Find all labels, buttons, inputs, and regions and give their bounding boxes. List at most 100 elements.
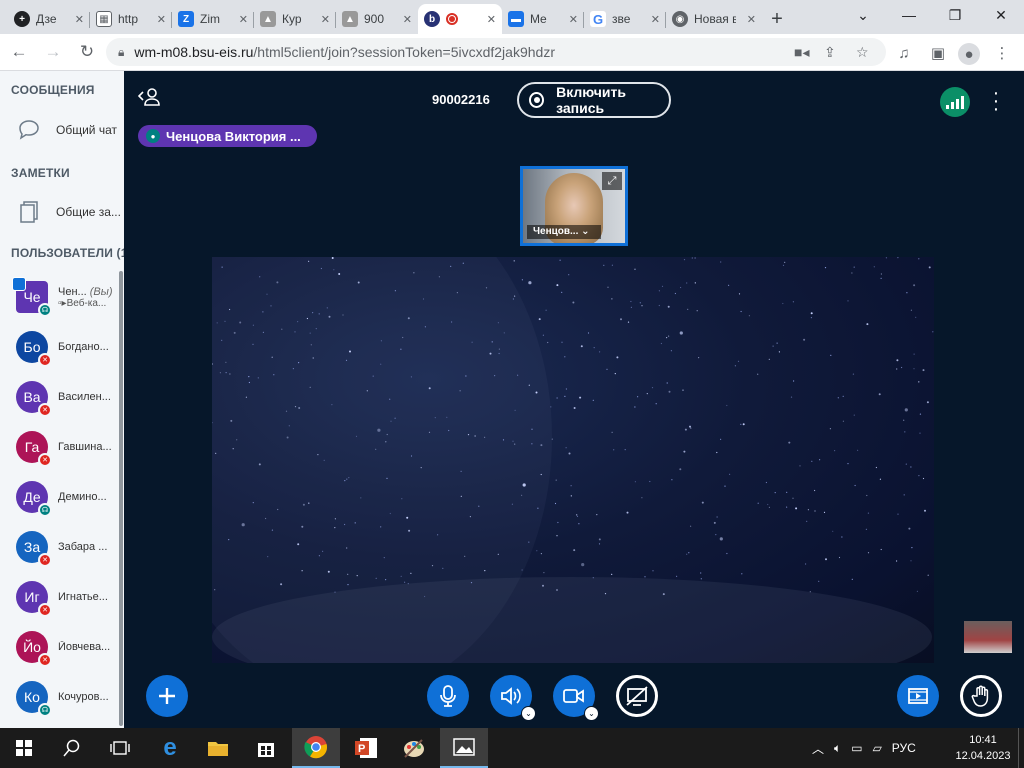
powerpoint-app[interactable]: P bbox=[342, 728, 390, 768]
more-options-icon[interactable]: · · · bbox=[990, 83, 1002, 119]
microphone-button[interactable] bbox=[427, 675, 469, 717]
browser-tab-4[interactable]: ▲ 900 ✕ bbox=[336, 4, 418, 34]
star bbox=[614, 373, 616, 375]
user-list-item[interactable]: Га ✕ Гавшина... bbox=[0, 423, 118, 471]
fullscreen-icon[interactable]: ⤢ bbox=[602, 172, 622, 190]
file-explorer-app[interactable] bbox=[194, 728, 242, 768]
star bbox=[333, 269, 335, 271]
photos-app[interactable] bbox=[440, 728, 488, 768]
audio-button[interactable]: ⌄ bbox=[490, 675, 536, 721]
start-button[interactable] bbox=[0, 728, 48, 768]
close-icon[interactable]: ✕ bbox=[651, 13, 660, 26]
side-panel-icon[interactable]: ▣ bbox=[926, 43, 950, 63]
raise-hand-button[interactable] bbox=[960, 675, 1002, 717]
restore-button[interactable]: ❐ bbox=[932, 0, 978, 30]
user-list-item[interactable]: Ва ✕ Василен... bbox=[0, 373, 118, 421]
star bbox=[904, 431, 906, 433]
star bbox=[556, 284, 559, 287]
connection-status-button[interactable] bbox=[940, 87, 970, 117]
star bbox=[315, 328, 317, 330]
star bbox=[624, 449, 626, 451]
star bbox=[514, 295, 516, 297]
notification-icon[interactable]: ▱ bbox=[873, 741, 882, 755]
minimized-webcam-thumbnail[interactable] bbox=[964, 621, 1012, 653]
browser-tab-7[interactable]: G зве ✕ bbox=[584, 4, 666, 34]
actions-plus-button[interactable] bbox=[146, 675, 188, 717]
close-icon[interactable]: ✕ bbox=[747, 13, 756, 26]
camera-indicator-icon[interactable]: ■◂ bbox=[794, 44, 809, 61]
browser-tab-8[interactable]: ◉ Новая в ✕ bbox=[666, 4, 762, 34]
talking-indicator[interactable]: ● Ченцова Виктория ... bbox=[138, 125, 317, 147]
edge-app[interactable]: e bbox=[146, 728, 194, 768]
chrome-app[interactable] bbox=[292, 728, 340, 768]
user-list-item[interactable]: Иг ✕ Игнатье... bbox=[0, 573, 118, 621]
layout-button[interactable] bbox=[897, 675, 939, 717]
browser-tab-active[interactable]: b ✕ bbox=[418, 4, 502, 34]
language-indicator[interactable]: РУС bbox=[892, 741, 916, 755]
browser-tab-1[interactable]: ▦ http ✕ bbox=[90, 4, 172, 34]
browser-menu-icon[interactable]: ⋮ bbox=[990, 43, 1014, 63]
start-recording-button[interactable]: Включить запись bbox=[517, 82, 671, 118]
star bbox=[683, 450, 686, 453]
volume-icon[interactable]: 🔈︎ bbox=[834, 741, 841, 756]
star bbox=[556, 397, 558, 399]
search-button[interactable] bbox=[48, 728, 96, 768]
browser-tab-3[interactable]: ▲ Кур ✕ bbox=[254, 4, 336, 34]
sidebar-scrollbar[interactable] bbox=[119, 271, 123, 726]
chevron-down-icon[interactable]: ⌄ bbox=[521, 706, 536, 721]
webcam-video-tile[interactable]: ⤢ Ченцов... ⌄ bbox=[520, 166, 628, 246]
bookmark-star-icon[interactable]: ☆ bbox=[856, 44, 869, 61]
star bbox=[277, 508, 279, 511]
new-tab-button[interactable]: + bbox=[762, 4, 792, 34]
back-arrow-icon[interactable]: ← bbox=[4, 37, 34, 67]
network-icon[interactable]: ▭ bbox=[851, 741, 862, 755]
close-icon[interactable]: ✕ bbox=[75, 13, 84, 26]
task-view-button[interactable] bbox=[96, 728, 144, 768]
close-icon[interactable]: ✕ bbox=[157, 13, 166, 26]
tab-search-button[interactable]: ⌄ bbox=[840, 0, 886, 30]
tab-title: http bbox=[118, 12, 139, 26]
user-list-item[interactable]: Де ☊ Демино... bbox=[0, 473, 118, 521]
media-control-icon[interactable]: ♫ bbox=[892, 43, 916, 63]
browser-tab-6[interactable]: ▬ Me ✕ bbox=[502, 4, 584, 34]
browser-tab-0[interactable]: + Дзе ✕ bbox=[8, 4, 90, 34]
star bbox=[646, 393, 648, 395]
user-list-item[interactable]: Бо ✕ Богдано... bbox=[0, 323, 118, 371]
show-desktop-button[interactable] bbox=[1018, 728, 1024, 768]
star bbox=[309, 332, 311, 334]
share-icon[interactable]: ⇪ bbox=[824, 44, 836, 61]
user-list-item[interactable]: Че ☊ Чен... (Вы) ▫▸Веб-ка... bbox=[0, 273, 118, 321]
system-clock[interactable]: 10:41 12.04.2023 bbox=[950, 732, 1016, 764]
store-app[interactable] bbox=[242, 728, 290, 768]
star bbox=[229, 373, 231, 375]
star bbox=[716, 451, 718, 454]
star bbox=[865, 528, 868, 530]
screen-share-button[interactable] bbox=[616, 675, 658, 717]
profile-avatar-icon[interactable]: ● bbox=[958, 43, 980, 65]
close-icon[interactable]: ✕ bbox=[569, 13, 578, 26]
toggle-user-list-button[interactable] bbox=[137, 87, 162, 112]
address-bar[interactable]: 🔒︎ wm-m08.bsu-eis.ru/html5client/join?se… bbox=[106, 38, 886, 66]
user-list-item[interactable]: Йо ✕ Йовчева... bbox=[0, 623, 118, 671]
close-icon[interactable]: ✕ bbox=[403, 13, 412, 26]
user-list-item[interactable]: Ко ☊ Кочуров... bbox=[0, 673, 118, 721]
close-icon[interactable]: ✕ bbox=[239, 13, 248, 26]
paint-app[interactable] bbox=[390, 728, 438, 768]
webcam-user-label[interactable]: Ченцов... ⌄ bbox=[527, 225, 601, 239]
close-window-button[interactable]: ✕ bbox=[978, 0, 1024, 30]
chevron-up-icon[interactable]: ︿ bbox=[812, 740, 824, 757]
user-list-item[interactable]: За ✕ Забара ... bbox=[0, 523, 118, 571]
close-icon[interactable]: ✕ bbox=[487, 13, 496, 26]
forward-arrow-icon[interactable]: → bbox=[38, 37, 68, 67]
shared-notes-item[interactable]: Общие за... bbox=[0, 197, 124, 227]
star bbox=[719, 537, 723, 541]
close-icon[interactable]: ✕ bbox=[321, 13, 330, 26]
webcam-button[interactable]: ⌄ bbox=[553, 675, 599, 721]
star bbox=[592, 399, 594, 401]
browser-tab-2[interactable]: Z Zim ✕ bbox=[172, 4, 254, 34]
reload-icon[interactable]: ↻ bbox=[72, 37, 102, 67]
star bbox=[498, 352, 500, 355]
minimize-button[interactable]: — bbox=[886, 0, 932, 30]
public-chat-item[interactable]: Общий чат bbox=[0, 115, 124, 145]
chevron-down-icon[interactable]: ⌄ bbox=[584, 706, 599, 721]
